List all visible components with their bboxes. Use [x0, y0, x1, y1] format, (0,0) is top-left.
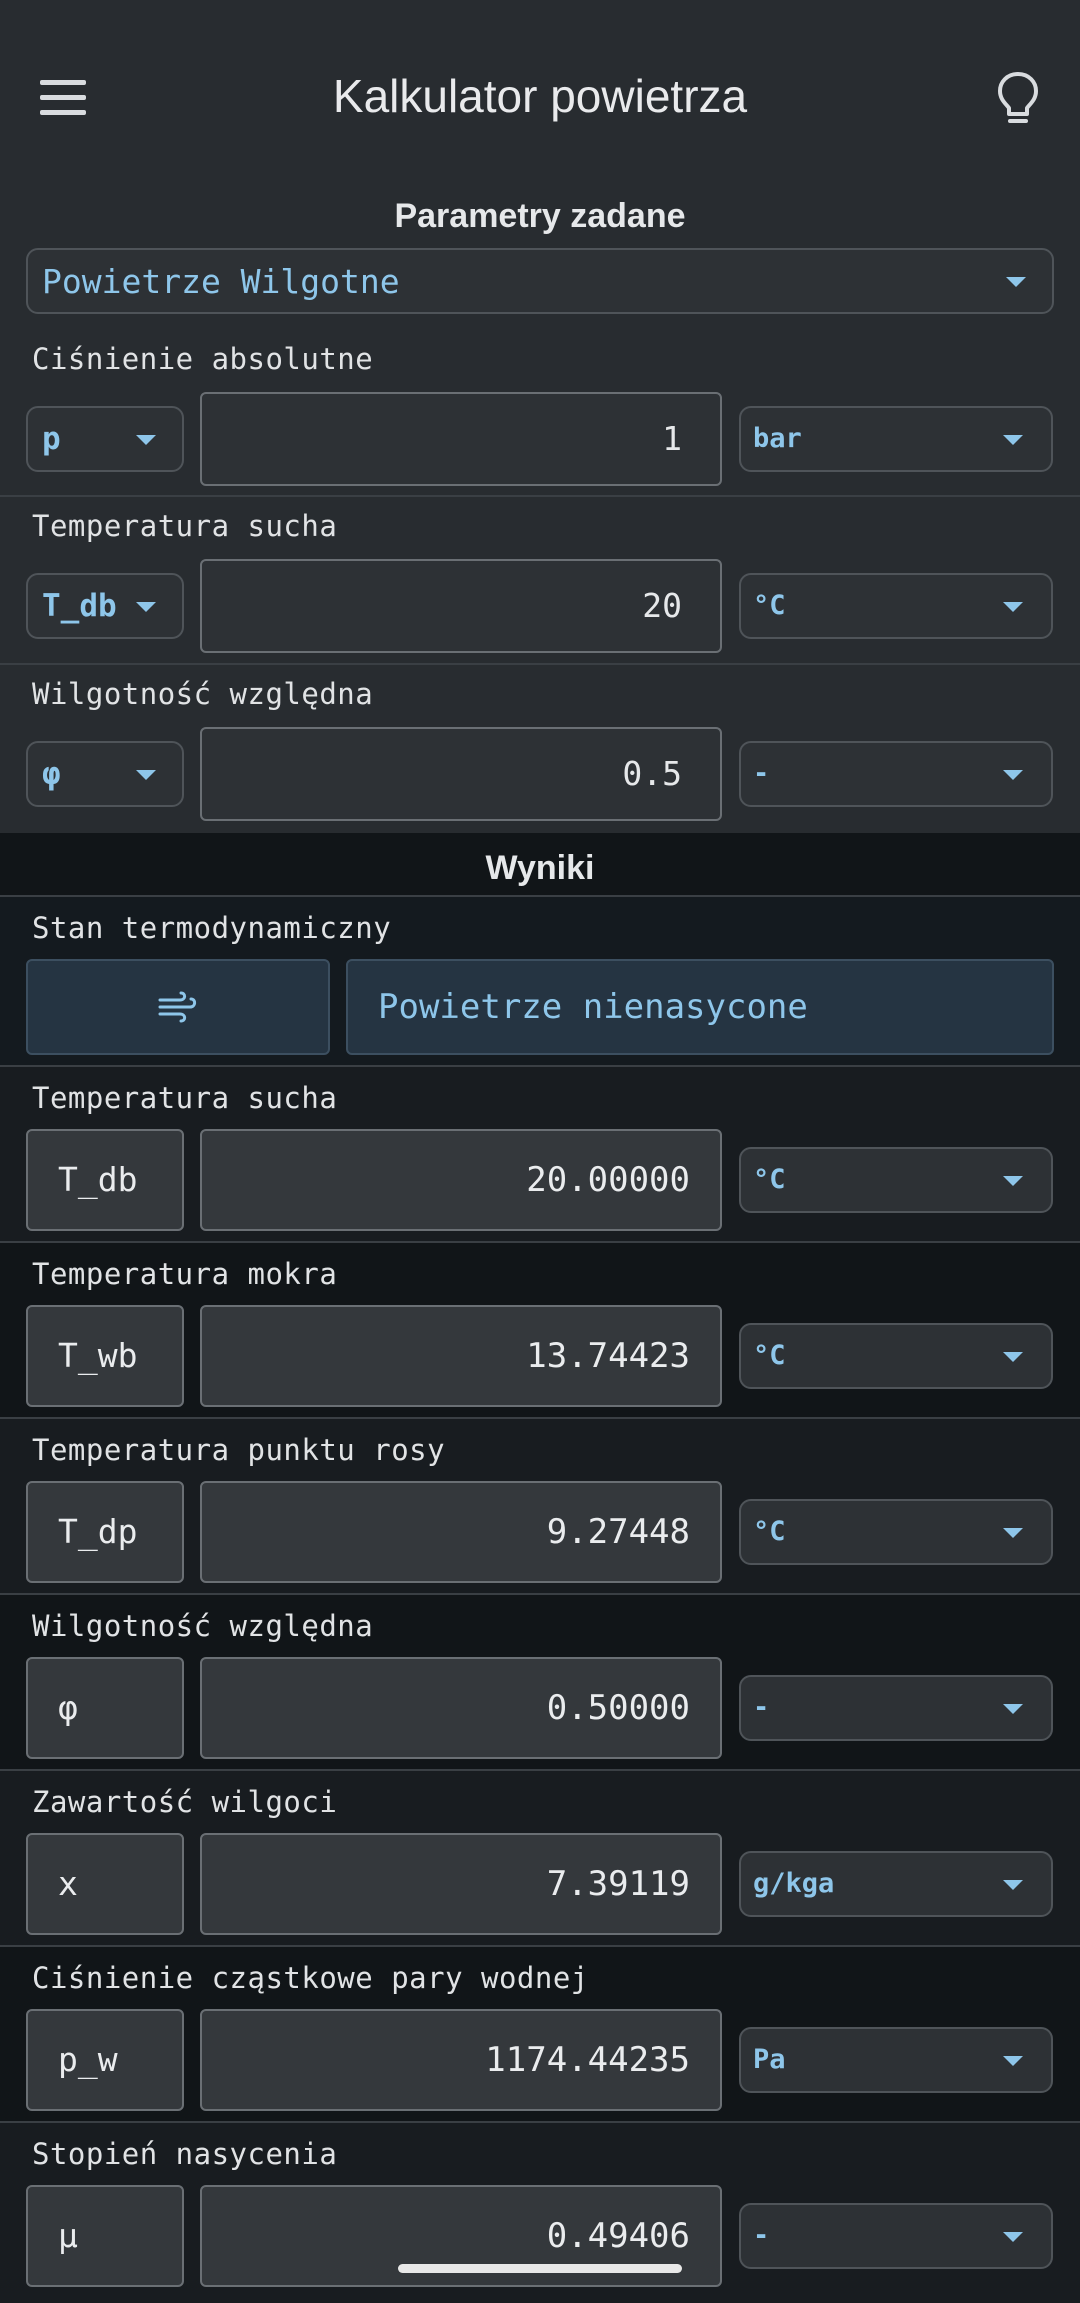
app-bar: Kalkulator powietrza: [0, 0, 1080, 190]
result-row-relative-humidity: Wilgotność względna φ 0.50000 -: [0, 1595, 1080, 1771]
value-input[interactable]: 1: [200, 392, 722, 486]
state-value: Powietrze nienasycone: [346, 959, 1054, 1055]
symbol-value: T_db: [42, 588, 117, 624]
unit-value: °C: [753, 1340, 786, 1371]
chevron-down-icon: [1003, 1704, 1023, 1714]
result-symbol: T_dp: [26, 1481, 184, 1583]
result-symbol: μ: [26, 2185, 184, 2287]
unit-value: °C: [753, 590, 786, 621]
result-value: 9.27448: [200, 1481, 722, 1583]
unit-dropdown[interactable]: g/kga: [739, 1851, 1053, 1917]
result-value: 7.39119: [200, 1833, 722, 1935]
chevron-down-icon: [136, 770, 156, 780]
unit-dropdown[interactable]: -: [739, 1675, 1053, 1741]
unit-dropdown[interactable]: bar: [739, 406, 1053, 472]
result-row-wet-temp: Temperatura mokra T_wb 13.74423 °C: [0, 1243, 1080, 1419]
chevron-down-icon: [1003, 2232, 1023, 2242]
mode-dropdown[interactable]: Powietrze Wilgotne: [26, 248, 1054, 314]
input-panel: Kalkulator powietrza Parametry zadane Po…: [0, 0, 1080, 833]
input-row-dry-temp: Temperatura sucha T_db 20 °C: [0, 497, 1080, 665]
chevron-down-icon: [1003, 1176, 1023, 1186]
unit-value: bar: [753, 423, 802, 454]
unit-dropdown[interactable]: °C: [739, 1323, 1053, 1389]
symbol-value: p: [42, 421, 61, 457]
results-panel: Wyniki Stan termodynamiczny Powietrze ni…: [0, 833, 1080, 2303]
input-label: Temperatura sucha: [32, 509, 338, 543]
chevron-down-icon: [1003, 2056, 1023, 2066]
result-label: Stopień nasycenia: [32, 2137, 338, 2171]
lightbulb-icon[interactable]: [996, 70, 1040, 128]
chevron-down-icon: [136, 435, 156, 445]
mode-value: Powietrze Wilgotne: [42, 261, 400, 301]
result-symbol: x: [26, 1833, 184, 1935]
value-input[interactable]: 0.5: [200, 727, 722, 821]
results-header: Wyniki: [0, 833, 1080, 897]
result-symbol: T_db: [26, 1129, 184, 1231]
app-title: Kalkulator powietrza: [332, 70, 748, 122]
result-label: Temperatura punktu rosy: [32, 1433, 446, 1467]
chevron-down-icon: [1003, 1528, 1023, 1538]
input-label: Ciśnienie absolutne: [32, 342, 374, 376]
state-icon-button[interactable]: [26, 959, 330, 1055]
unit-value: -: [753, 2220, 770, 2251]
value-input[interactable]: 20: [200, 559, 722, 653]
input-label: Wilgotność względna: [32, 677, 374, 711]
result-row-dew-point: Temperatura punktu rosy T_dp 9.27448 °C: [0, 1419, 1080, 1595]
unit-dropdown[interactable]: °C: [739, 573, 1053, 639]
unit-value: Pa: [753, 2044, 786, 2075]
results-section-title: Wyniki: [485, 849, 595, 887]
state-row: Stan termodynamiczny Powietrze nienasyco…: [0, 897, 1080, 1067]
result-row-dry-temp: Temperatura sucha T_db 20.00000 °C: [0, 1067, 1080, 1243]
result-row-saturation-degree: Stopień nasycenia μ 0.49406 -: [0, 2123, 1080, 2303]
result-symbol: T_wb: [26, 1305, 184, 1407]
result-value: 13.74423: [200, 1305, 722, 1407]
result-symbol: φ: [26, 1657, 184, 1759]
unit-value: g/kga: [753, 1868, 835, 1899]
chevron-down-icon: [1003, 602, 1023, 612]
chevron-down-icon: [1003, 770, 1023, 780]
result-label: Wilgotność względna: [32, 1609, 374, 1643]
unit-dropdown[interactable]: Pa: [739, 2027, 1053, 2093]
unit-value: °C: [753, 1164, 786, 1195]
unit-dropdown[interactable]: °C: [739, 1499, 1053, 1565]
result-row-moisture-content: Zawartość wilgoci x 7.39119 g/kga: [0, 1771, 1080, 1947]
symbol-dropdown[interactable]: p: [26, 406, 184, 472]
result-label: Temperatura mokra: [32, 1257, 338, 1291]
result-label: Temperatura sucha: [32, 1081, 338, 1115]
result-label: Zawartość wilgoci: [32, 1785, 338, 1819]
symbol-dropdown[interactable]: T_db: [26, 573, 184, 639]
unit-dropdown[interactable]: -: [739, 2203, 1053, 2269]
unit-dropdown[interactable]: °C: [739, 1147, 1053, 1213]
result-row-vapor-pressure: Ciśnienie cząstkowe pary wodnej p_w 1174…: [0, 1947, 1080, 2123]
result-label: Ciśnienie cząstkowe pary wodnej: [32, 1961, 589, 1995]
unit-value: -: [753, 758, 770, 789]
home-indicator[interactable]: [398, 2264, 682, 2273]
symbol-dropdown[interactable]: φ: [26, 741, 184, 807]
unit-dropdown[interactable]: -: [739, 741, 1053, 807]
air-wind-icon: [158, 991, 197, 1023]
input-row-pressure: Ciśnienie absolutne p 1 bar: [0, 314, 1080, 497]
input-section-title: Parametry zadane: [394, 197, 686, 235]
symbol-value: φ: [42, 756, 61, 792]
result-value: 0.50000: [200, 1657, 722, 1759]
state-label: Stan termodynamiczny: [32, 911, 392, 945]
unit-value: °C: [753, 1516, 786, 1547]
chevron-down-icon: [1006, 277, 1026, 287]
input-row-humidity: Wilgotność względna φ 0.5 -: [0, 665, 1080, 833]
result-value: 1174.44235: [200, 2009, 722, 2111]
menu-icon[interactable]: [40, 80, 86, 116]
chevron-down-icon: [136, 602, 156, 612]
chevron-down-icon: [1003, 1880, 1023, 1890]
chevron-down-icon: [1003, 1352, 1023, 1362]
unit-value: -: [753, 1692, 770, 1723]
chevron-down-icon: [1003, 435, 1023, 445]
result-symbol: p_w: [26, 2009, 184, 2111]
result-value: 20.00000: [200, 1129, 722, 1231]
